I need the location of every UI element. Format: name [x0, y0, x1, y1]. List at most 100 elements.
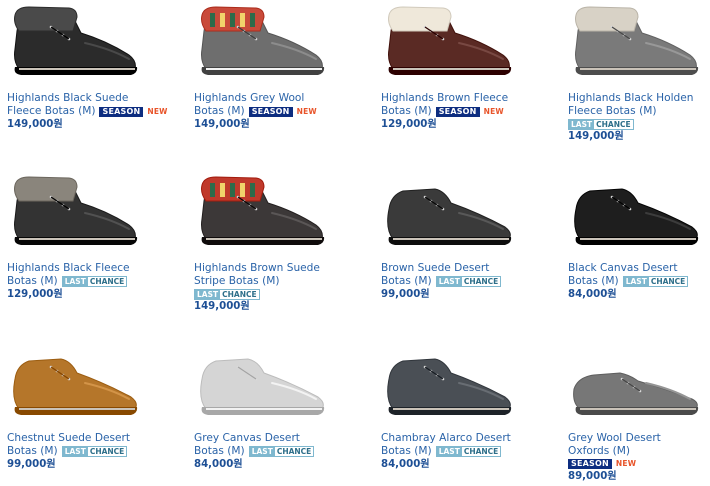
- last-chance-badge: LAST CHANCE: [622, 276, 689, 287]
- product-name-line1[interactable]: Grey Wool Desert: [568, 432, 710, 445]
- last-chance-badge-last: LAST: [436, 277, 462, 286]
- product-card[interactable]: Chambray Alarco Desert Botas (M) LAST CHAN…: [374, 340, 561, 486]
- season-badge: SEASON: [568, 459, 612, 469]
- last-chance-badge-chance: CHANCE: [461, 277, 501, 286]
- product-price: 129,000원: [7, 289, 63, 300]
- product-card[interactable]: Brown Suede Desert Botas (M) LAST CHANCE 9…: [374, 170, 561, 340]
- last-chance-badge: LAST CHANCE: [435, 276, 502, 287]
- product-image[interactable]: [194, 5, 334, 85]
- product-name-line1[interactable]: Highlands Grey Wool: [194, 92, 374, 105]
- product-image[interactable]: [194, 175, 334, 255]
- badge-slot: LAST CHANCE: [622, 276, 689, 287]
- last-chance-badge: LAST CHANCE: [435, 446, 502, 457]
- product-image[interactable]: [194, 345, 334, 425]
- product-image[interactable]: [7, 175, 147, 255]
- product-name-line2[interactable]: Fleece Botas (M): [568, 105, 656, 118]
- product-name-line1[interactable]: Highlands Brown Fleece: [381, 92, 561, 105]
- badge-row: LAST CHANCE: [194, 288, 374, 300]
- shoe-black-canvas-desert-icon: [574, 188, 699, 245]
- product-name-line2[interactable]: Botas (M): [194, 445, 245, 458]
- product-price: 84,000원: [194, 459, 243, 470]
- last-chance-badge-chance: CHANCE: [274, 447, 314, 456]
- shoe-grey-wool-oxford-icon: [573, 372, 699, 415]
- product-price: 84,000원: [381, 459, 430, 470]
- product-name-line1[interactable]: Highlands Black Suede: [7, 92, 187, 105]
- last-chance-badge-chance: CHANCE: [220, 289, 259, 299]
- season-badge: SEASON: [99, 106, 144, 117]
- product-image[interactable]: [568, 5, 708, 85]
- badge-slot: LAST CHANCE: [435, 446, 502, 457]
- product-card[interactable]: Highlands Black Fleece Botas (M) LAST CHAN…: [0, 170, 187, 340]
- badge-slot: LAST CHANCE: [61, 446, 128, 457]
- product-name-line2[interactable]: Stripe Botas (M): [194, 275, 279, 288]
- season-badge: SEASON: [435, 106, 480, 117]
- product-card[interactable]: Highlands Black Suede Fleece Botas (M) SE…: [0, 0, 187, 170]
- product-name-line1[interactable]: Highlands Black Fleece: [7, 262, 187, 275]
- shoe-black-holden-fleece-icon: [575, 6, 699, 75]
- product-name-line1[interactable]: Grey Canvas Desert: [194, 432, 374, 445]
- product-name-line2[interactable]: Botas (M): [381, 275, 432, 288]
- badge-slot: LAST CHANCE: [61, 276, 128, 287]
- product-name-line1[interactable]: Brown Suede Desert: [381, 262, 561, 275]
- product-image[interactable]: [568, 175, 708, 255]
- product-image[interactable]: [381, 175, 521, 255]
- product-card[interactable]: Chestnut Suede Desert Botas (M) LAST CHANC…: [0, 340, 187, 486]
- product-name-line1[interactable]: Highlands Brown Suede: [194, 262, 374, 275]
- product-name-line1[interactable]: Chambray Alarco Desert: [381, 432, 561, 445]
- last-chance-badge-chance: CHANCE: [87, 277, 127, 286]
- product-name-line2[interactable]: Botas (M): [568, 275, 619, 288]
- product-card[interactable]: Grey Wool Desert Oxfords (M) SEASON NEW 8…: [561, 340, 710, 486]
- last-chance-badge: LAST CHANCE: [61, 276, 128, 287]
- product-card[interactable]: Highlands Brown Suede Stripe Botas (M) L…: [187, 170, 374, 340]
- product-name-line2[interactable]: Botas (M): [381, 445, 432, 458]
- shoe-black-suede-fleece-icon: [14, 6, 138, 75]
- badge-row: SEASON NEW: [568, 458, 710, 470]
- product-name-line2[interactable]: Botas (M): [381, 105, 432, 118]
- product-price: 99,000원: [7, 459, 56, 470]
- new-badge: NEW: [147, 106, 168, 116]
- badge-slot: SEASON NEW: [248, 106, 317, 117]
- shoe-black-fleece-icon: [14, 176, 138, 245]
- product-name-line2[interactable]: Fleece Botas (M): [7, 105, 95, 118]
- product-name-line1[interactable]: Black Canvas Desert: [568, 262, 710, 275]
- product-price: 89,000원: [568, 471, 617, 482]
- shoe-brown-suede-stripe-icon: [201, 176, 325, 245]
- product-name-line2[interactable]: Botas (M): [194, 105, 245, 118]
- product-card[interactable]: Highlands Grey Wool Botas (M) SEASON NEW 1…: [187, 0, 374, 170]
- badge-slot: SEASON NEW: [435, 106, 504, 117]
- product-price: 99,000원: [381, 289, 430, 300]
- product-name-line2[interactable]: Botas (M): [7, 445, 58, 458]
- badge-slot: SEASON NEW: [99, 106, 168, 117]
- product-name-line1[interactable]: Highlands Black Holden: [568, 92, 710, 105]
- product-card[interactable]: Black Canvas Desert Botas (M) LAST CHANCE …: [561, 170, 710, 340]
- product-grid: Highlands Black Suede Fleece Botas (M) SE…: [0, 0, 710, 486]
- product-card[interactable]: Grey Canvas Desert Botas (M) LAST CHANCE 8…: [187, 340, 374, 486]
- product-image[interactable]: [7, 5, 147, 85]
- last-chance-badge-last: LAST: [436, 447, 462, 456]
- shoe-chambray-alarco-desert-icon: [387, 358, 512, 415]
- product-price: 84,000원: [568, 289, 617, 300]
- last-chance-badge-last: LAST: [249, 447, 275, 456]
- badge-row: LAST CHANCE: [568, 118, 710, 130]
- last-chance-badge: LAST CHANCE: [248, 446, 315, 457]
- last-chance-badge-last: LAST: [569, 119, 595, 129]
- product-name-line1[interactable]: Chestnut Suede Desert: [7, 432, 187, 445]
- last-chance-badge: LAST CHANCE: [61, 446, 128, 457]
- product-name-line2[interactable]: Botas (M): [7, 275, 58, 288]
- badge-slot: LAST CHANCE: [248, 446, 315, 457]
- shoe-brown-fleece-icon: [388, 6, 512, 75]
- product-image[interactable]: [7, 345, 147, 425]
- product-card[interactable]: Highlands Brown Fleece Botas (M) SEASON NE…: [374, 0, 561, 170]
- product-image[interactable]: [381, 5, 521, 85]
- product-image[interactable]: [381, 345, 521, 425]
- last-chance-badge-last: LAST: [195, 289, 221, 299]
- new-badge: NEW: [296, 106, 317, 116]
- product-image[interactable]: [568, 345, 708, 425]
- shoe-grey-canvas-desert-icon: [200, 358, 325, 415]
- shoe-brown-suede-desert-icon: [387, 188, 512, 245]
- product-card[interactable]: Highlands Black Holden Fleece Botas (M) …: [561, 0, 710, 170]
- product-price: 149,000원: [7, 119, 63, 130]
- product-price: 149,000원: [568, 131, 624, 142]
- shoe-grey-wool-icon: [201, 6, 325, 75]
- product-name-line2[interactable]: Oxfords (M): [568, 445, 630, 458]
